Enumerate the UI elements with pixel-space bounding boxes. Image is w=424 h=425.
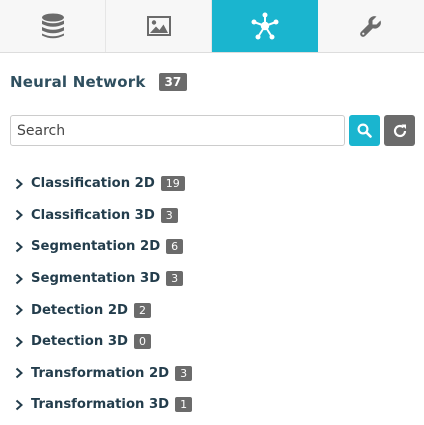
list-item-label: Segmentation 2D: [31, 239, 161, 255]
list-item-count-badge: 3: [175, 365, 193, 381]
image-icon: [146, 16, 171, 36]
chevron-right-icon: [15, 368, 23, 379]
list-item-label: Transformation 2D: [31, 365, 170, 381]
list-item[interactable]: Detection 3D 0: [14, 326, 414, 358]
refresh-icon: [393, 124, 406, 137]
chevron-right-icon: [15, 178, 23, 190]
section-header: Neural Network 37: [10, 71, 188, 93]
total-count-badge: 37: [158, 73, 188, 91]
list-item-label: Detection 3D: [31, 334, 128, 350]
refresh-button[interactable]: [384, 115, 415, 146]
list-item[interactable]: Segmentation 2D 6: [14, 231, 414, 263]
page-title: Neural Network: [10, 73, 146, 91]
list-item-label: Detection 2D: [31, 302, 128, 318]
chevron-right-icon: [15, 336, 23, 348]
list-item[interactable]: Classification 2D 19: [14, 168, 414, 200]
list-item-label: Classification 3D: [31, 207, 155, 223]
list-item[interactable]: Transformation 2D 3: [14, 358, 414, 390]
chevron-right-icon: [15, 273, 23, 284]
list-item-count-badge: 1: [175, 397, 193, 413]
list-item-count-badge: 0: [133, 334, 151, 350]
chevron-right-icon: [15, 241, 23, 253]
tab-database[interactable]: [0, 0, 106, 52]
tab-tools[interactable]: [318, 0, 424, 52]
list-item-label: Transformation 3D: [31, 397, 170, 413]
category-list: Classification 2D 19 Classification 3D 3 Seg…: [14, 168, 414, 421]
tab-images[interactable]: [106, 0, 212, 52]
list-item-count-badge: 3: [166, 271, 184, 287]
search-input[interactable]: [10, 115, 345, 146]
list-item[interactable]: Segmentation 3D 3: [14, 263, 414, 295]
list-item[interactable]: Classification 3D 3: [14, 200, 414, 232]
list-item-count-badge: 6: [166, 239, 184, 255]
chevron-right-icon: [15, 399, 23, 411]
network-icon: [251, 12, 278, 40]
list-item-count-badge: 19: [160, 176, 185, 192]
list-item-label: Segmentation 3D: [31, 271, 161, 287]
wrench-icon: [360, 16, 381, 37]
chevron-right-icon: [15, 304, 23, 316]
search-button[interactable]: [349, 115, 380, 146]
search-icon: [357, 123, 372, 138]
chevron-right-icon: [15, 210, 23, 221]
tab-bar: [0, 0, 424, 53]
list-item-label: Classification 2D: [31, 176, 155, 192]
list-item-count-badge: 2: [133, 302, 151, 318]
list-item[interactable]: Detection 2D 2: [14, 294, 414, 326]
list-item-count-badge: 3: [160, 207, 178, 223]
database-icon: [41, 13, 64, 38]
tab-neural-network[interactable]: [212, 0, 318, 52]
list-item[interactable]: Transformation 3D 1: [14, 389, 414, 421]
